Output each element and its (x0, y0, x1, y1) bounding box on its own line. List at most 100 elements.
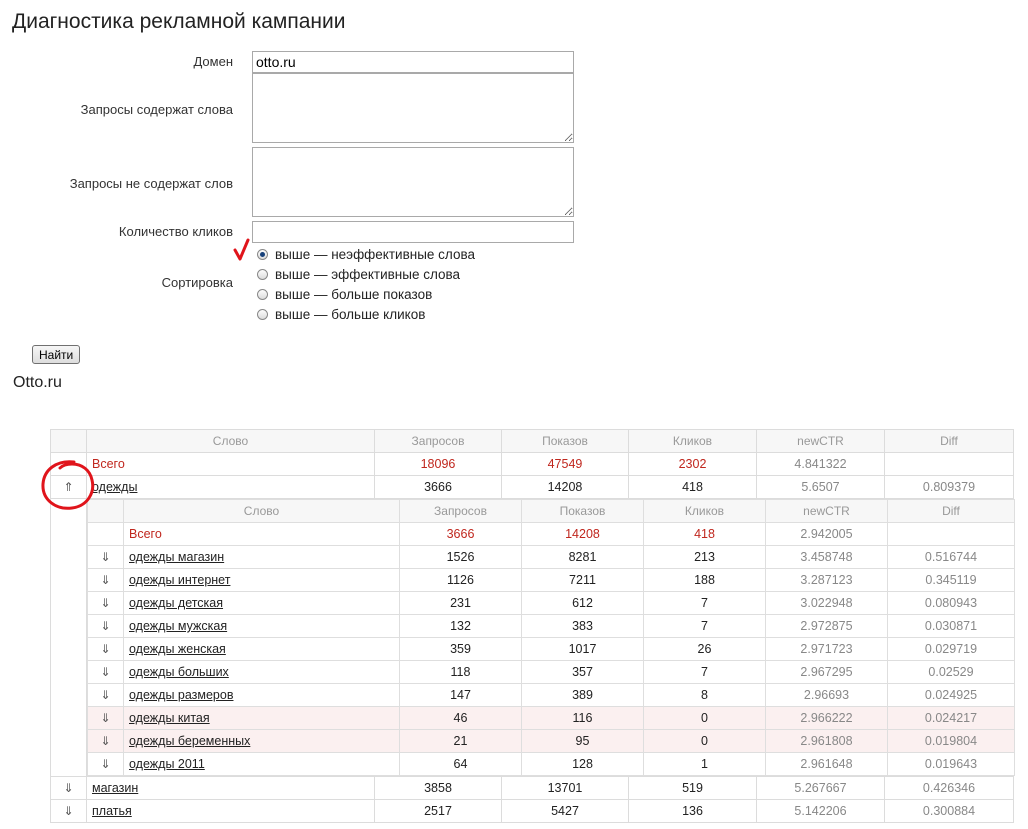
word-link[interactable]: одежды мужская (129, 619, 227, 633)
expand-arrow-icon[interactable]: ⇓ (87, 729, 124, 753)
cell-requests: 147 (399, 683, 522, 707)
nested-header-clicks: Кликов (643, 499, 766, 523)
cell-ctr: 2.96693 (765, 683, 888, 707)
cell-word: одежды женская (123, 637, 400, 661)
cell-shows: 128 (521, 752, 644, 776)
cell-word: одежды беременных (123, 729, 400, 753)
cell-clicks: 7 (643, 614, 766, 638)
cell-ctr: 5.267667 (756, 776, 885, 800)
word-link[interactable]: одежды больших (129, 665, 229, 679)
cell-requests: 231 (399, 591, 522, 615)
nested-total-word: Всего (123, 522, 400, 546)
cell-word: одежды 2011 (123, 752, 400, 776)
total-diff (884, 452, 1014, 476)
cell-requests: 359 (399, 637, 522, 661)
cell-clicks: 213 (643, 545, 766, 569)
word-link[interactable]: одежды беременных (129, 734, 250, 748)
sort-option-3[interactable]: выше — больше показов (257, 285, 432, 303)
nested-table-row: ⇓ одежды больших 118 357 7 2.967295 0.02529 (87, 660, 1015, 684)
header-requests: Запросов (374, 429, 502, 453)
expand-arrow-icon[interactable]: ⇓ (87, 568, 124, 592)
cell-requests: 64 (399, 752, 522, 776)
word-link[interactable]: одежды детская (129, 596, 223, 610)
word-link[interactable]: магазин (92, 781, 138, 795)
cell-ctr: 2.967295 (765, 660, 888, 684)
sort-option-label: выше — больше кликов (275, 306, 426, 322)
cell-shows: 8281 (521, 545, 644, 569)
nested-container-row: Слово Запросов Показов Кликов newCTR Dif… (50, 498, 1015, 777)
cell-diff: 0.809379 (884, 475, 1014, 499)
nested-total-toggle (87, 522, 124, 546)
cell-requests: 2517 (374, 799, 502, 823)
sort-radio-2[interactable] (257, 268, 268, 280)
table-row: ⇓ магазин 3858 13701 519 5.267667 0.426346 (50, 776, 1014, 800)
cell-ctr: 2.966222 (765, 706, 888, 730)
expand-arrow-icon[interactable]: ⇓ (87, 591, 124, 615)
word-link[interactable]: одежды китая (129, 711, 210, 725)
sort-radio-4[interactable] (257, 308, 268, 320)
table-row: ⇓ платья 2517 5427 136 5.142206 0.300884 (50, 799, 1014, 823)
find-button[interactable]: Найти (32, 345, 81, 364)
table-header-row: Слово Запросов Показов Кликов newCTR Dif… (50, 429, 1014, 453)
cell-clicks: 1 (643, 752, 766, 776)
cell-clicks: 8 (643, 683, 766, 707)
clicks-count-input[interactable] (252, 221, 574, 243)
cell-shows: 612 (521, 591, 644, 615)
nested-table-row: ⇓ одежды китая 46 116 0 2.966222 0.024217 (87, 706, 1015, 730)
expand-arrow-icon[interactable]: ⇓ (50, 776, 87, 800)
header-word: Слово (86, 429, 375, 453)
header-diff: Diff (884, 429, 1014, 453)
cell-ctr: 3.022948 (765, 591, 888, 615)
cell-diff: 0.029719 (887, 637, 1015, 661)
nested-table-row: ⇓ одежды магазин 1526 8281 213 3.458748 0.5167… (87, 545, 1015, 569)
cell-requests: 1126 (399, 568, 522, 592)
sort-radio-1[interactable] (257, 248, 268, 260)
word-link[interactable]: одежды интернет (129, 573, 230, 587)
sort-radio-3[interactable] (257, 288, 268, 300)
expand-arrow-icon[interactable]: ⇓ (87, 637, 124, 661)
word-link[interactable]: одежды 2011 (129, 757, 205, 771)
total-toggle (50, 452, 87, 476)
word-link[interactable]: одежды (92, 480, 137, 494)
sort-option-2[interactable]: выше — эффективные слова (257, 265, 460, 283)
cell-clicks: 7 (643, 660, 766, 684)
expand-arrow-icon[interactable]: ⇓ (87, 752, 124, 776)
word-link[interactable]: одежды магазин (129, 550, 224, 564)
cell-word: одежды размеров (123, 683, 400, 707)
word-link[interactable]: одежды женская (129, 642, 226, 656)
word-link[interactable]: платья (92, 804, 132, 818)
cell-shows: 1017 (521, 637, 644, 661)
expand-arrow-icon[interactable]: ⇓ (87, 683, 124, 707)
cell-requests: 1526 (399, 545, 522, 569)
contains-words-textarea[interactable] (252, 73, 574, 143)
nested-total-ctr: 2.942005 (765, 522, 888, 546)
cell-shows: 5427 (501, 799, 629, 823)
cell-requests: 3858 (374, 776, 502, 800)
sort-option-1[interactable]: выше — неэффективные слова (257, 245, 475, 263)
cell-diff: 0.019804 (887, 729, 1015, 753)
expand-arrow-icon[interactable]: ⇓ (50, 799, 87, 823)
total-row: Всего 18096 47549 2302 4.841322 (50, 452, 1014, 476)
cell-diff: 0.426346 (884, 776, 1014, 800)
sort-option-label: выше — больше показов (275, 286, 433, 302)
cell-word: одежды больших (123, 660, 400, 684)
domain-label: Домен (193, 54, 233, 69)
expand-arrow-icon[interactable]: ⇓ (87, 614, 124, 638)
word-link[interactable]: одежды размеров (129, 688, 233, 702)
nested-total-row: Всего 3666 14208 418 2.942005 (87, 522, 1015, 546)
domain-input[interactable] (252, 51, 574, 73)
sort-option-4[interactable]: выше — больше кликов (257, 305, 425, 323)
cell-diff: 0.02529 (887, 660, 1015, 684)
not-contains-words-textarea[interactable] (252, 147, 574, 217)
cell-clicks: 0 (643, 729, 766, 753)
collapse-arrow-icon[interactable]: ⇑ (50, 475, 87, 499)
sort-option-label: выше — эффективные слова (275, 266, 461, 282)
total-ctr: 4.841322 (756, 452, 885, 476)
expand-arrow-icon[interactable]: ⇓ (87, 545, 124, 569)
header-newctr: newCTR (756, 429, 885, 453)
cell-shows: 13701 (501, 776, 629, 800)
nested-table-row: ⇓ одежды интернет 1126 7211 188 3.287123 0.345… (87, 568, 1015, 592)
expand-arrow-icon[interactable]: ⇓ (87, 706, 124, 730)
expand-arrow-icon[interactable]: ⇓ (87, 660, 124, 684)
results-table: Слово Запросов Показов Кликов newCTR Dif… (50, 429, 1015, 823)
